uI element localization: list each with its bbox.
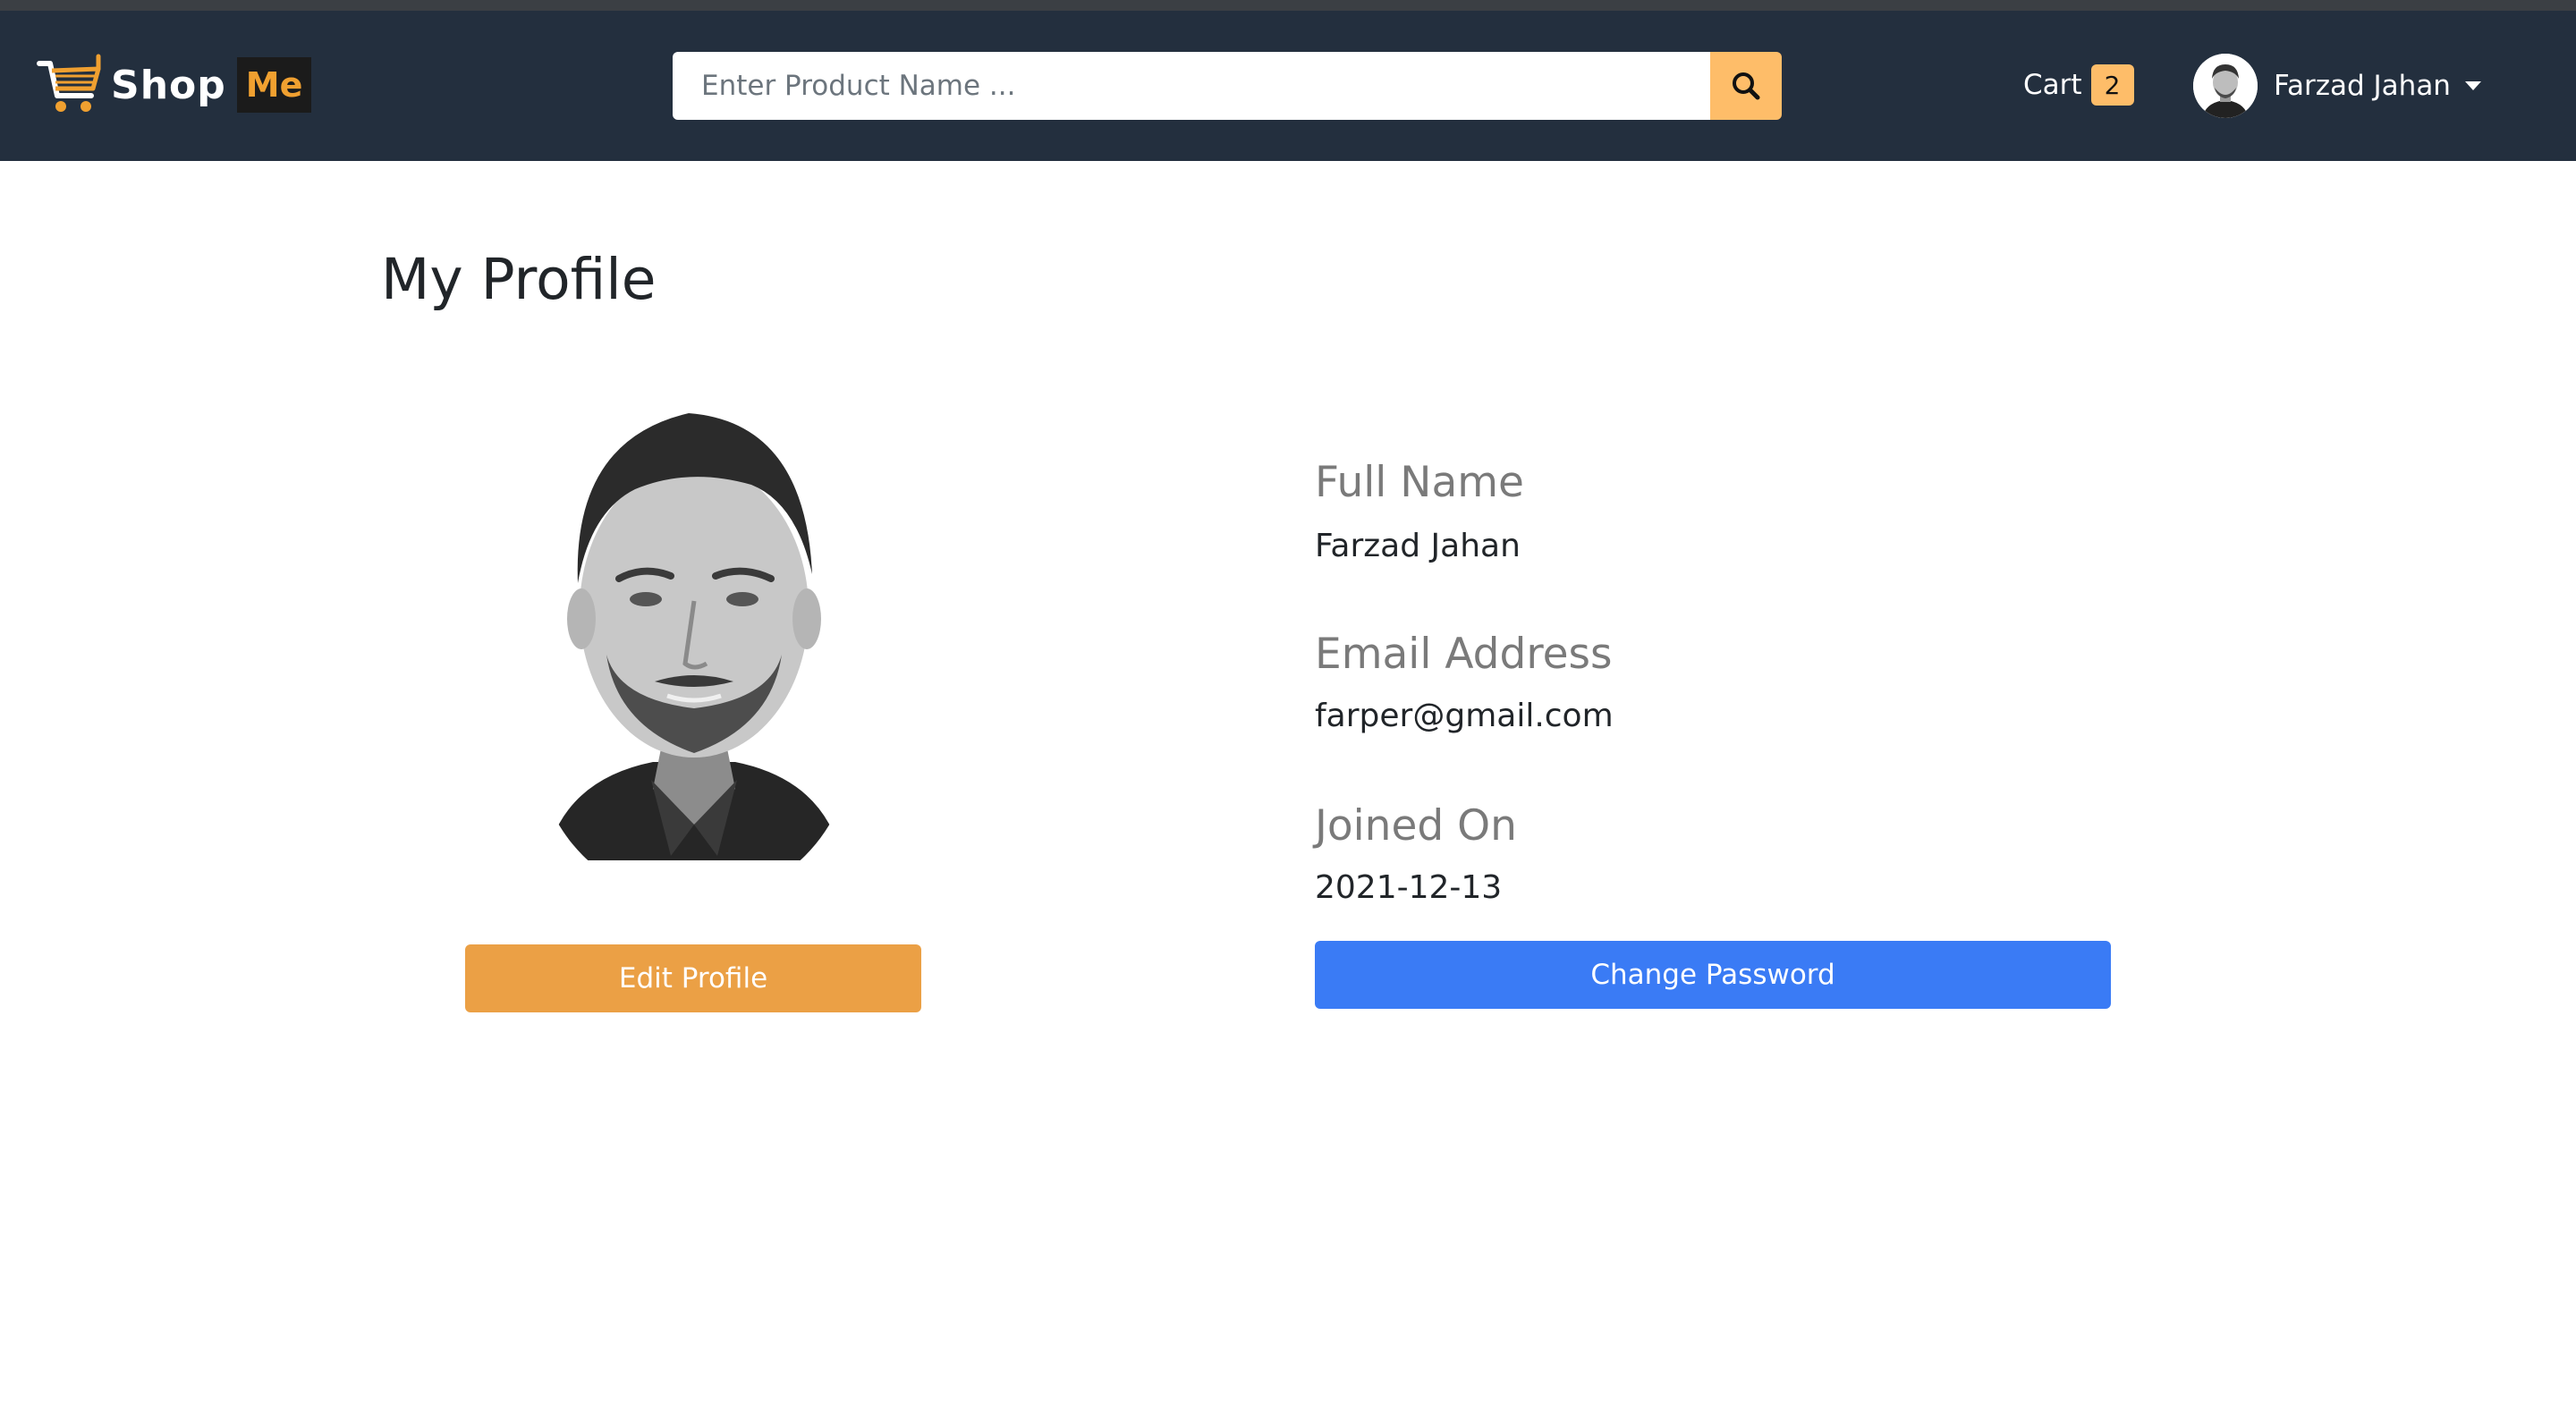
cart-label: Cart — [2023, 69, 2082, 101]
user-name: Farzad Jahan — [2274, 70, 2451, 102]
change-password-button[interactable]: Change Password — [1315, 941, 2111, 1009]
brand-shop-text: Shop — [111, 62, 226, 108]
full-name-label: Full Name — [1315, 458, 1524, 507]
brand-logo[interactable]: Shop Me — [36, 45, 312, 125]
joined-on-label: Joined On — [1315, 801, 1517, 851]
email-value: farper@gmail.com — [1315, 698, 1614, 734]
search-icon — [1733, 72, 1760, 100]
user-avatar — [2193, 54, 2258, 118]
brand-me-text: Me — [245, 65, 303, 105]
caret-down-icon — [2464, 81, 2481, 90]
page-title: My Profile — [381, 247, 657, 312]
edit-profile-button[interactable]: Edit Profile — [465, 944, 921, 1012]
avatar-portrait-icon — [2193, 54, 2258, 118]
full-name-value: Farzad Jahan — [1315, 528, 1521, 564]
cart-count-badge: 2 — [2090, 64, 2134, 106]
joined-on-value: 2021-12-13 — [1315, 869, 1503, 906]
profile-photo — [537, 404, 852, 860]
shopping-cart-logo-icon — [37, 54, 101, 112]
window-top-border — [0, 0, 2576, 11]
search-input[interactable] — [673, 52, 1710, 120]
user-menu-toggle[interactable]: Farzad Jahan — [2193, 52, 2481, 120]
search-bar — [673, 52, 1782, 120]
brand-me-box: Me — [236, 57, 312, 113]
cart-link[interactable]: Cart 2 — [2023, 63, 2134, 107]
search-button[interactable] — [1710, 52, 1782, 120]
email-label: Email Address — [1315, 630, 1613, 679]
